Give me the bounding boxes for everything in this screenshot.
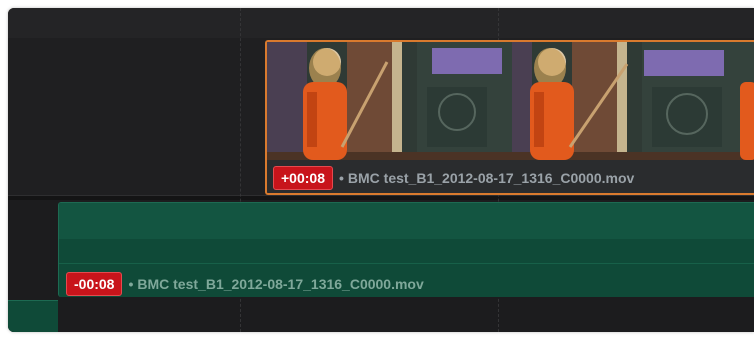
offset-badge[interactable]: +00:08 xyxy=(273,165,333,190)
clip-name-text: BMC test_B1_2012-08-17_1316_C0000.mov xyxy=(347,169,635,186)
video-frame-thumbnail-icon xyxy=(267,42,512,160)
video-clip[interactable]: +00:08 • BMC test_B1_2012-08-17_1316_C000… xyxy=(265,40,754,195)
audio-clip[interactable]: -00:08 • BMC test_B1_2012-08-17_1316_C000… xyxy=(58,202,754,297)
video-thumbnail xyxy=(512,42,754,160)
clip-name: • BMC test_B1_2012-08-17_1316_C0000.mov xyxy=(128,276,423,292)
audio-clip-label-row: -00:08 • BMC test_B1_2012-08-17_1316_C000… xyxy=(59,272,754,296)
bullet: • xyxy=(338,169,344,186)
clip-name: • BMC test_B1_2012-08-17_1316_C0000.mov xyxy=(339,170,634,186)
timeline-viewport[interactable]: +00:08 • BMC test_B1_2012-08-17_1316_C000… xyxy=(8,8,754,332)
audio-waveform xyxy=(59,263,754,264)
clip-name-text: BMC test_B1_2012-08-17_1316_C0000.mov xyxy=(137,276,424,292)
audio-clip-previous[interactable] xyxy=(8,300,58,332)
audio-clip-header xyxy=(59,203,754,239)
video-thumbnail xyxy=(267,42,512,160)
video-clip-thumbnails xyxy=(267,42,754,160)
bullet: • xyxy=(128,276,134,292)
offset-badge[interactable]: -00:08 xyxy=(66,272,123,296)
timeline-ruler[interactable] xyxy=(8,8,754,39)
video-clip-label-row: +00:08 • BMC test_B1_2012-08-17_1316_C000… xyxy=(267,160,754,193)
video-frame-thumbnail-icon xyxy=(512,42,754,160)
